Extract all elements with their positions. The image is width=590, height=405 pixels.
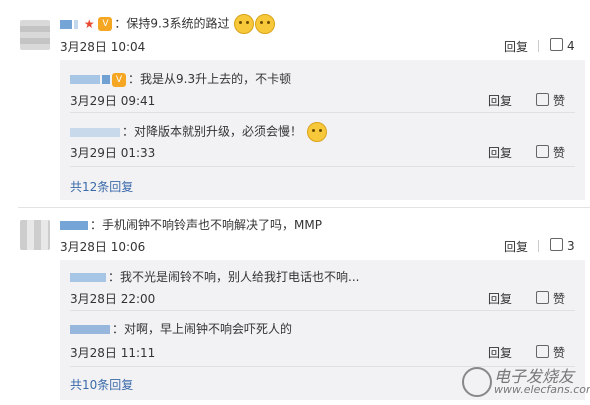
like-label: 赞 — [553, 146, 566, 160]
reply-time: 3月28日 22:00 — [70, 292, 156, 306]
reply-button[interactable]: 回复 — [504, 38, 528, 55]
more-replies-link[interactable]: 共10条回复 — [70, 376, 133, 393]
divider — [70, 112, 575, 113]
thumbs-up-icon — [536, 93, 549, 106]
comment-body: ：保持9.3系统的路过 — [114, 16, 230, 31]
reply-body: ：我不光是闹铃不响，别人给我打电话也不响... — [108, 270, 360, 284]
star-icon: ★ — [83, 17, 95, 31]
reply-button[interactable]: 回复 — [488, 92, 512, 109]
reply-body: ：我是从9.3升上去的，不卡顿 — [128, 72, 292, 86]
comment-divider — [18, 207, 590, 208]
reply-button[interactable]: 回复 — [488, 344, 512, 361]
vip-badge-icon: V — [98, 17, 113, 31]
like-button[interactable]: 3 — [550, 238, 575, 253]
cat-emoji-icon — [255, 14, 276, 34]
reply-time: 3月28日 11:11 — [70, 346, 156, 360]
like-count: 4 — [567, 39, 575, 53]
thumbs-up-icon — [550, 38, 563, 51]
username-blur — [74, 19, 78, 29]
username[interactable] — [60, 19, 72, 29]
reply-username[interactable] — [70, 273, 106, 282]
watermark-url: www.elecfans.com — [494, 383, 590, 396]
like-label: 赞 — [553, 292, 566, 306]
reply-button[interactable]: 回复 — [504, 238, 528, 255]
like-label: 赞 — [553, 346, 566, 360]
comment-time: 3月28日 10:06 — [60, 240, 146, 254]
reply-list: V ：我是从9.3升上去的，不卡顿 3月29日 09:41 回复 赞 ：对降版本就… — [60, 60, 585, 200]
vip-badge-icon: V — [112, 72, 126, 87]
reply-button[interactable]: 回复 — [488, 144, 512, 161]
avatar[interactable] — [20, 220, 50, 250]
like-button[interactable]: 赞 — [536, 144, 565, 161]
reply-username[interactable] — [70, 75, 100, 84]
action-separator — [538, 240, 539, 252]
reply-body: ：对啊，早上闹钟不响会吓死人的 — [112, 322, 293, 336]
reply-button[interactable]: 回复 — [488, 290, 512, 307]
thumbs-up-icon — [536, 291, 549, 304]
username[interactable] — [60, 221, 88, 230]
more-replies-link[interactable]: 共12条回复 — [70, 178, 133, 195]
divider — [70, 310, 575, 311]
divider — [70, 166, 575, 167]
like-button[interactable]: 赞 — [536, 290, 565, 307]
avatar[interactable] — [20, 20, 50, 50]
reply-time: 3月29日 09:41 — [70, 94, 156, 108]
watermark-logo: 电子发烧友 www.elecfans.com — [462, 363, 590, 399]
thumbs-up-icon — [550, 238, 563, 251]
like-button[interactable]: 赞 — [536, 344, 565, 361]
thumbs-up-icon — [536, 145, 549, 158]
like-button[interactable]: 赞 — [536, 92, 565, 109]
cat-emoji-icon — [234, 14, 255, 34]
comment-time: 3月28日 10:04 — [60, 40, 146, 54]
reply-body: ：对降版本就别升级，必须会慢！ — [122, 124, 303, 139]
reply-time: 3月29日 01:33 — [70, 146, 156, 160]
reply-text: ：对啊，早上闹钟不响会吓死人的 — [70, 320, 292, 337]
elecfans-logo-icon — [462, 367, 492, 397]
reply-text: ：我不光是闹铃不响，别人给我打电话也不响... — [70, 268, 359, 285]
comment-body: ：手机闹钟不响铃声也不响解决了吗，MMP — [90, 218, 322, 232]
like-count: 3 — [567, 239, 575, 253]
reply-text: ：对降版本就别升级，必须会慢！ — [70, 122, 327, 142]
thumbs-up-icon — [536, 345, 549, 358]
action-separator — [538, 40, 539, 52]
cat-emoji-icon — [306, 122, 327, 142]
reply-text: V ：我是从9.3升上去的，不卡顿 — [70, 70, 291, 87]
reply-username-2 — [102, 75, 110, 84]
comment-text: ：手机闹钟不响铃声也不响解决了吗，MMP — [60, 216, 322, 233]
like-label: 赞 — [553, 94, 566, 108]
like-button[interactable]: 4 — [550, 38, 575, 53]
comment-text: ★ V ：保持9.3系统的路过 — [60, 14, 276, 34]
reply-username[interactable] — [70, 127, 120, 137]
reply-username[interactable] — [70, 325, 110, 334]
